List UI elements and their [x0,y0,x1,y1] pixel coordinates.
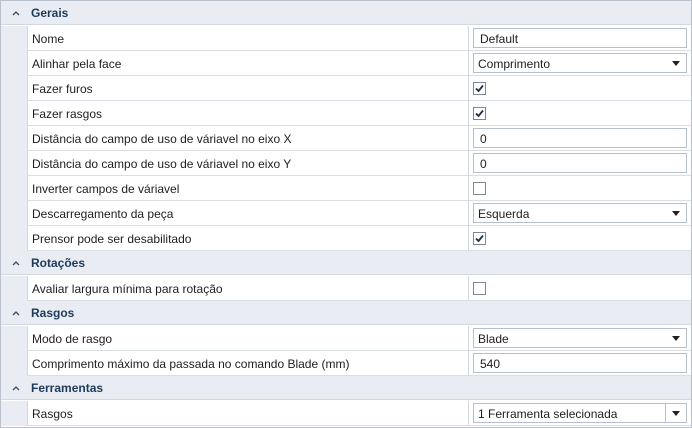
property-row-inverter: Inverter campos de váriavel [1,176,691,201]
category-title: Rotações [31,256,86,270]
property-label: Descarregamento da peça [27,201,469,226]
property-label: Fazer rasgos [27,101,469,126]
property-row-ferr-rasgos: Rasgos 1 Ferramenta selecionada [1,401,691,426]
dropdown-arrow-icon[interactable] [672,336,680,341]
property-row-alinhar: Alinhar pela face Comprimento [1,51,691,76]
rasgos-checkbox[interactable] [473,107,486,120]
category-title: Gerais [31,6,69,20]
descarregamento-dropdown[interactable]: Esquerda [473,203,687,223]
category-rasgos[interactable]: Rasgos [1,301,691,325]
modo-rasgo-dropdown[interactable]: Blade [473,328,687,348]
dropdown-value: Comprimento [478,57,551,71]
property-label: Distância do campo de uso de váriavel no… [27,126,469,151]
category-rotacoes[interactable]: Rotações [1,251,691,275]
property-row-prensor: Prensor pode ser desabilitado [1,226,691,251]
property-row-descarregamento: Descarregamento da peça Esquerda [1,201,691,226]
property-row-dist-y: Distância do campo de uso de váriavel no… [1,151,691,176]
checkmark-icon [475,234,484,243]
checkmark-icon [475,109,484,118]
chevron-up-icon[interactable] [11,8,21,18]
property-label: Avaliar largura mínima para rotação [27,276,469,301]
property-label: Fazer furos [27,76,469,101]
prensor-checkbox[interactable] [473,232,486,245]
category-ferramentas[interactable]: Ferramentas [1,376,691,400]
chevron-up-icon[interactable] [11,308,21,318]
property-row-avaliar: Avaliar largura mínima para rotação [1,276,691,301]
property-row-dist-x: Distância do campo de uso de váriavel no… [1,126,691,151]
chevron-up-icon[interactable] [11,258,21,268]
dist-x-input[interactable]: 0 [473,128,687,148]
property-grid: Gerais Nome Default Alinhar pela face Co… [0,0,692,428]
checkmark-icon [475,84,484,93]
dropdown-arrow-icon[interactable] [672,411,680,416]
property-label: Comprimento máximo da passada no comando… [27,351,469,376]
category-title: Rasgos [31,306,75,320]
avaliar-checkbox[interactable] [473,282,486,295]
property-label: Distância do campo de uso de váriavel no… [27,151,469,176]
property-label: Rasgos [27,401,469,426]
category-gerais[interactable]: Gerais [1,1,691,25]
property-label: Prensor pode ser desabilitado [27,226,469,251]
ferramentas-dropdown[interactable]: 1 Ferramenta selecionada [473,403,687,423]
property-label: Inverter campos de váriavel [27,176,469,201]
chevron-up-icon[interactable] [11,383,21,393]
comp-max-input[interactable]: 540 [473,353,687,373]
property-row-comp-max: Comprimento máximo da passada no comando… [1,351,691,376]
dropdown-value: Blade [478,332,509,346]
property-label: Modo de rasgo [27,326,469,351]
property-label: Nome [27,26,469,51]
property-row-furos: Fazer furos [1,76,691,101]
dropdown-arrow-icon[interactable] [672,61,680,66]
inverter-checkbox[interactable] [473,182,486,195]
property-row-rasgos: Fazer rasgos [1,101,691,126]
property-label: Alinhar pela face [27,51,469,76]
furos-checkbox[interactable] [473,82,486,95]
dist-y-input[interactable]: 0 [473,153,687,173]
nome-input[interactable]: Default [473,28,687,48]
category-title: Ferramentas [31,381,104,395]
alinhar-dropdown[interactable]: Comprimento [473,53,687,73]
dropdown-arrow-icon[interactable] [672,211,680,216]
dropdown-value: 1 Ferramenta selecionada [478,407,618,421]
dropdown-value: Esquerda [478,207,530,221]
property-row-nome: Nome Default [1,26,691,51]
property-row-modo-rasgo: Modo de rasgo Blade [1,326,691,351]
